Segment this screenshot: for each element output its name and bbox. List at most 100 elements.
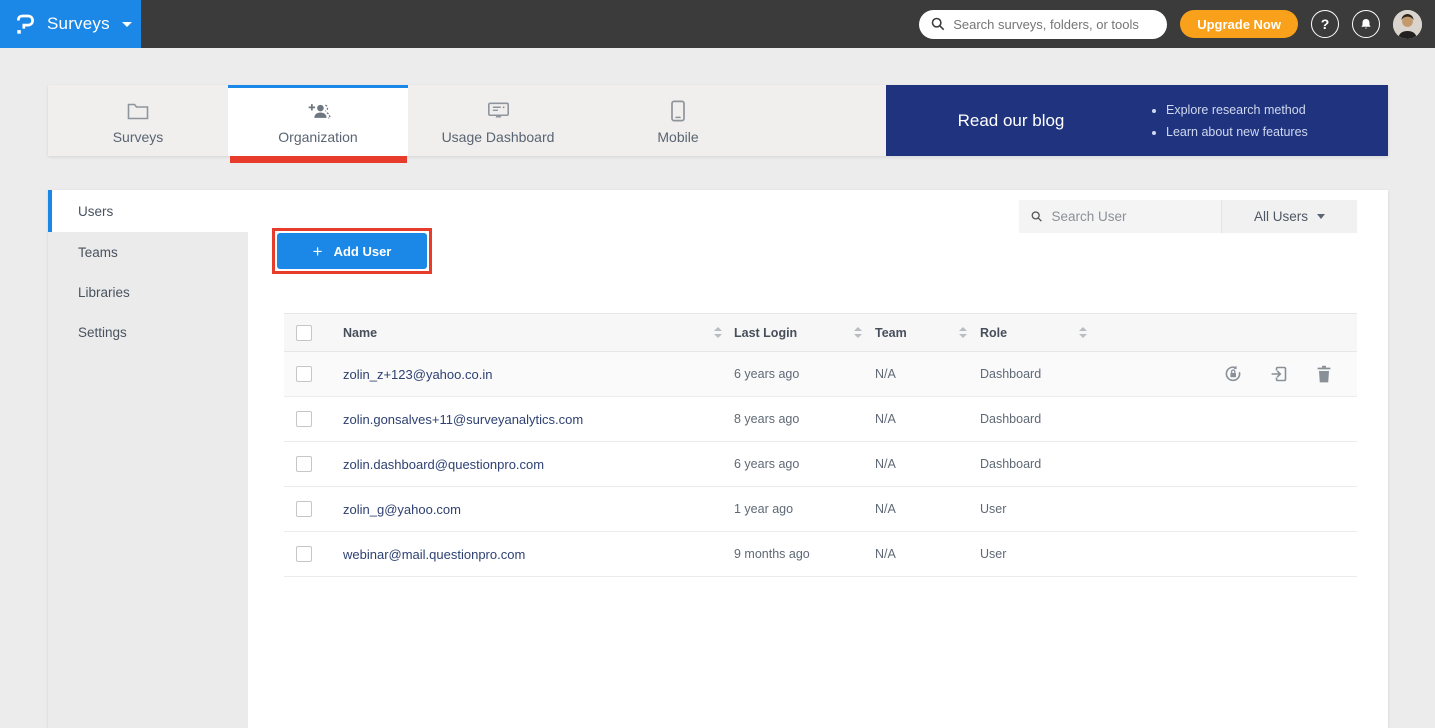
questionpro-logo-icon <box>13 12 38 37</box>
sidebar-item-label: Libraries <box>78 285 130 300</box>
users-table-body: zolin_z+123@yahoo.co.in 6 years ago N/A … <box>284 352 1357 577</box>
app-logo[interactable]: Surveys <box>0 0 141 48</box>
team-value: N/A <box>875 367 896 381</box>
tab-usage-dashboard[interactable]: Usage Dashboard <box>408 85 588 156</box>
chevron-down-icon <box>1317 214 1325 219</box>
plus-icon: + <box>313 243 323 260</box>
sidebar-item-libraries[interactable]: Libraries <box>48 272 248 312</box>
chevron-down-icon <box>122 22 132 27</box>
sort-icon[interactable] <box>714 327 723 338</box>
avatar-photo <box>1393 10 1422 39</box>
search-icon <box>931 17 945 31</box>
reset-password-icon[interactable] <box>1223 364 1243 384</box>
notifications-button[interactable] <box>1352 10 1380 38</box>
annotation-highlight-organization-tab <box>230 156 407 163</box>
sidebar-item-settings[interactable]: Settings <box>48 312 248 352</box>
tab-surveys[interactable]: Surveys <box>48 85 228 156</box>
row-checkbox[interactable] <box>296 501 312 517</box>
annotation-highlight-add-user: + Add User <box>272 228 432 274</box>
global-search-input[interactable] <box>953 17 1155 32</box>
all-users-dropdown[interactable]: All Users <box>1221 200 1357 233</box>
role-value: User <box>980 502 1006 516</box>
sidebar-item-label: Teams <box>78 245 118 260</box>
bell-icon <box>1359 17 1373 32</box>
blog-banner-title: Read our blog <box>886 111 1136 131</box>
role-value: Dashboard <box>980 367 1041 381</box>
last-login-value: 9 months ago <box>734 547 810 561</box>
team-value: N/A <box>875 502 896 516</box>
all-users-label: All Users <box>1254 209 1308 224</box>
team-value: N/A <box>875 412 896 426</box>
user-email-link[interactable]: zolin_z+123@yahoo.co.in <box>343 367 492 382</box>
row-checkbox[interactable] <box>296 411 312 427</box>
users-table-header: Name Last Login Team Role <box>284 313 1357 352</box>
tab-mobile[interactable]: Mobile <box>588 85 768 156</box>
sort-icon[interactable] <box>1079 327 1088 338</box>
login-as-user-icon[interactable] <box>1269 364 1289 384</box>
add-user-label: Add User <box>334 244 392 259</box>
sort-icon[interactable] <box>854 327 863 338</box>
select-all-checkbox[interactable] <box>296 325 312 341</box>
banner-bullet: Explore research method <box>1166 103 1308 117</box>
search-user-input[interactable] <box>1052 209 1210 224</box>
column-header-role[interactable]: Role <box>980 326 1007 340</box>
topbar-actions: Upgrade Now ? <box>919 10 1435 39</box>
organization-sidebar: Users Teams Libraries Settings <box>48 190 248 728</box>
column-header-name[interactable]: Name <box>343 326 377 340</box>
help-glyph: ? <box>1321 16 1330 32</box>
sidebar-item-label: Users <box>78 204 113 219</box>
row-actions <box>1088 364 1357 384</box>
folder-icon <box>127 100 149 122</box>
column-header-team[interactable]: Team <box>875 326 907 340</box>
last-login-value: 8 years ago <box>734 412 799 426</box>
role-value: Dashboard <box>980 457 1041 471</box>
sidebar-item-teams[interactable]: Teams <box>48 232 248 272</box>
users-table: Name Last Login Team Role <box>284 313 1357 577</box>
user-email-link[interactable]: webinar@mail.questionpro.com <box>343 547 525 562</box>
add-people-icon <box>306 100 331 122</box>
dashboard-icon <box>487 100 510 122</box>
section-tabs: Surveys Organization Usage Dashboard <box>48 85 1388 156</box>
tab-label: Surveys <box>113 129 164 145</box>
banner-bullet: Learn about new features <box>1166 125 1308 139</box>
sort-icon[interactable] <box>959 327 968 338</box>
tab-organization[interactable]: Organization <box>228 85 408 156</box>
user-avatar[interactable] <box>1393 10 1422 39</box>
table-row: webinar@mail.questionpro.com 9 months ag… <box>284 532 1357 577</box>
team-value: N/A <box>875 457 896 471</box>
last-login-value: 6 years ago <box>734 457 799 471</box>
search-icon <box>1031 210 1043 223</box>
role-value: User <box>980 547 1006 561</box>
team-value: N/A <box>875 547 896 561</box>
table-row: zolin_g@yahoo.com 1 year ago N/A User <box>284 487 1357 532</box>
column-header-last-login[interactable]: Last Login <box>734 326 797 340</box>
help-button[interactable]: ? <box>1311 10 1339 38</box>
search-user-box[interactable] <box>1019 200 1221 233</box>
organization-panel: Users Teams Libraries Settings All Users… <box>48 190 1388 728</box>
user-email-link[interactable]: zolin.dashboard@questionpro.com <box>343 457 544 472</box>
row-checkbox[interactable] <box>296 456 312 472</box>
product-switcher-label: Surveys <box>47 14 110 34</box>
tab-label: Mobile <box>657 129 698 145</box>
mobile-icon <box>669 100 687 122</box>
sidebar-item-label: Settings <box>78 325 127 340</box>
user-email-link[interactable]: zolin_g@yahoo.com <box>343 502 461 517</box>
table-row: zolin.dashboard@questionpro.com 6 years … <box>284 442 1357 487</box>
users-content: All Users + Add User Name Last Login <box>248 190 1388 728</box>
last-login-value: 6 years ago <box>734 367 799 381</box>
blog-banner-bullets: Explore research method Learn about new … <box>1136 103 1308 139</box>
last-login-value: 1 year ago <box>734 502 793 516</box>
upgrade-button[interactable]: Upgrade Now <box>1180 10 1298 38</box>
blog-banner[interactable]: Read our blog Explore research method Le… <box>886 85 1388 156</box>
user-filter-group: All Users <box>1019 200 1357 233</box>
user-email-link[interactable]: zolin.gonsalves+11@surveyanalytics.com <box>343 412 583 427</box>
row-checkbox[interactable] <box>296 366 312 382</box>
top-header: Surveys Upgrade Now ? <box>0 0 1435 48</box>
row-checkbox[interactable] <box>296 546 312 562</box>
global-search[interactable] <box>919 10 1167 39</box>
delete-icon[interactable] <box>1315 364 1333 384</box>
sidebar-item-users[interactable]: Users <box>48 190 248 232</box>
tab-label: Usage Dashboard <box>442 129 555 145</box>
add-user-button[interactable]: + Add User <box>277 233 427 269</box>
table-row: zolin.gonsalves+11@surveyanalytics.com 8… <box>284 397 1357 442</box>
